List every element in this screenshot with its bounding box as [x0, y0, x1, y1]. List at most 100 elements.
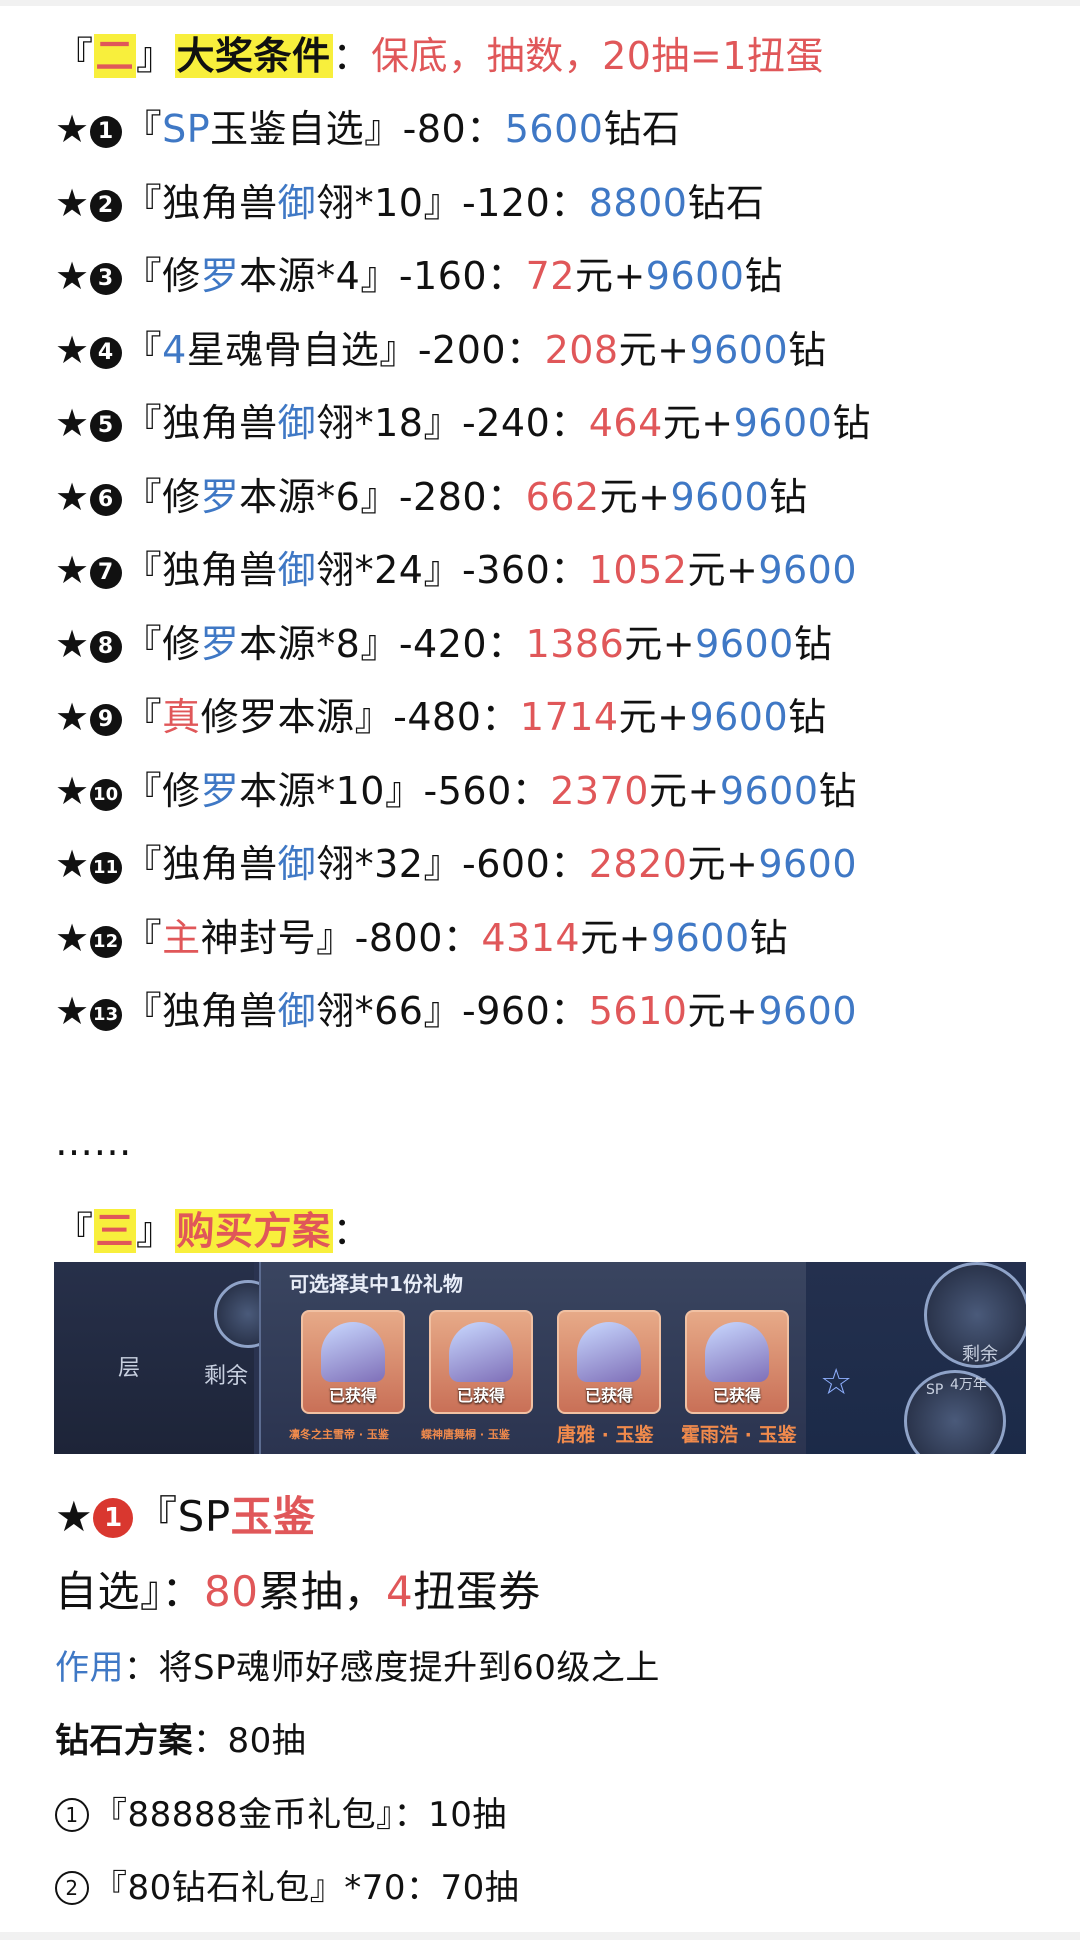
gift-caption: 霍雨浩 · 玉鉴 — [681, 1424, 797, 1446]
reward-name-part: 修 — [162, 621, 201, 666]
heart-portrait-icon — [577, 1322, 641, 1382]
left-text-remaining: 剩余 — [204, 1364, 249, 1389]
reward-name-part: 修罗本源 — [200, 695, 355, 739]
section3-title: 购买方案 — [174, 1209, 333, 1253]
reward-price-part: 2370 — [550, 768, 649, 813]
right-text-age: 4万年 — [950, 1377, 987, 1393]
reward-name-part: 罗 — [200, 474, 240, 519]
reward-name-part: 修 — [162, 474, 201, 519]
reward-row: ★ 13 『独角兽御翎*66』-960：5610元+9600 — [55, 980, 857, 1035]
reward-price-part: 钻 — [818, 768, 858, 813]
reward-number-badge: 1 — [89, 116, 122, 148]
star-icon: ★ — [55, 842, 90, 886]
reward-number-badge: 7 — [89, 557, 122, 589]
gift-status: 已获得 — [456, 1386, 505, 1405]
reward-name-part: 独角兽 — [162, 989, 278, 1033]
gift-card[interactable]: 已获得 — [557, 1310, 661, 1414]
bracket-open: 『 — [123, 989, 163, 1033]
reward-name-part: 本源*4 — [239, 254, 361, 298]
gift-status: 已获得 — [328, 1386, 377, 1405]
reward-name-part: 翎*18 — [316, 401, 424, 445]
reward-price-part: 9600 — [733, 401, 833, 445]
right-text-sp: SP — [926, 1382, 944, 1398]
plan1-ticket-count: 4 — [385, 1567, 414, 1616]
bracket-open: 『 — [55, 34, 94, 78]
plan1-title-prefix: 『SP — [135, 1492, 231, 1541]
plan1-pull-count: 80 — [204, 1567, 259, 1616]
star-icon: ★ — [55, 621, 90, 666]
bracket-open: 『 — [123, 180, 163, 225]
reward-price-part: 钻 — [769, 474, 808, 519]
reward-price-part: 9600 — [758, 989, 858, 1033]
gift-caption: 凛冬之主雪帝 · 玉鉴 — [289, 1428, 389, 1441]
reward-name-part: 本源*6 — [239, 474, 361, 519]
reward-pull-count: -200： — [417, 327, 545, 372]
bracket-close: 』 — [360, 254, 399, 298]
reward-number-badge: 12 — [89, 925, 122, 958]
reward-pull-count: -420： — [398, 621, 526, 666]
bracket-close: 』 — [423, 989, 462, 1033]
reward-number-badge: 3 — [89, 263, 122, 295]
reward-price-part: 1714 — [519, 695, 619, 739]
reward-price-part: 9600 — [689, 327, 789, 372]
reward-price-part: 8800 — [588, 180, 688, 225]
reward-price-part: 5600 — [504, 107, 604, 151]
heart-portrait-icon — [321, 1322, 385, 1382]
reward-name-part: 玉鉴自选 — [210, 107, 365, 151]
gift-caption: 唐雅 · 玉鉴 — [557, 1424, 654, 1446]
reward-name-part: 罗 — [200, 254, 240, 298]
reward-pull-count: -480： — [393, 695, 520, 739]
star-icon: ★ — [55, 401, 90, 445]
bracket-open: 『 — [123, 474, 163, 519]
bracket-close: 』 — [136, 1209, 175, 1253]
bracket-open: 『 — [123, 768, 163, 813]
reward-price-part: 钻 — [832, 401, 871, 445]
gift-panel-title: 可选择其中1份礼物 — [289, 1272, 463, 1296]
bracket-close: 』 — [316, 915, 355, 960]
banner-right-area: ☆ 剩余 SP 4万年 — [806, 1262, 1026, 1454]
plan1-line2-text: 累抽， — [258, 1567, 386, 1616]
reward-row: ★ 5 『独角兽御翎*18』-240：464元+9600钻 — [55, 392, 871, 447]
plan1-title-line1: ★ 1 『SP玉鉴 — [55, 1483, 316, 1544]
gift-card[interactable]: 已获得 — [685, 1310, 789, 1414]
reward-price-part: 元+ — [687, 842, 759, 886]
gift-card[interactable]: 已获得 — [301, 1310, 405, 1414]
effect-label: 作用 — [55, 1648, 124, 1688]
reward-name-part: 星魂骨自选 — [186, 327, 380, 372]
bracket-close: 』 — [423, 180, 462, 225]
star-icon: ★ — [55, 989, 90, 1033]
reward-pull-count: -80： — [402, 107, 505, 151]
reward-name-part: 独角兽 — [162, 180, 278, 225]
reward-name-part: 御 — [277, 401, 317, 445]
bracket-close: 』 — [423, 842, 462, 886]
reward-name-part: 本源*8 — [239, 621, 361, 666]
reward-price-part: 元+ — [687, 989, 759, 1033]
bracket-close: 』 — [423, 401, 462, 445]
colon: ： — [332, 34, 372, 78]
reward-price-part: 元+ — [662, 401, 734, 445]
reward-name-part: 御 — [277, 548, 317, 592]
reward-price-part: 9600 — [650, 915, 750, 960]
reward-name-part: 本源*10 — [239, 768, 385, 813]
star-icon: ★ — [55, 474, 90, 519]
plan1-option-2: 2 『80钻石礼包』*70：70抽 — [55, 1860, 519, 1909]
bracket-close: 』 — [360, 621, 399, 666]
effect-text: ：将SP魂师好感度提升到60级之上 — [124, 1648, 660, 1688]
reward-name-part: 罗 — [200, 768, 240, 813]
star-icon: ★ — [55, 180, 90, 225]
option-number: 1 — [55, 1798, 89, 1832]
plan1-title-line2: 自选』：80累抽，4扭蛋券 — [55, 1558, 541, 1619]
gift-card[interactable]: 已获得 — [429, 1310, 533, 1414]
reward-price-part: 元+ — [648, 768, 720, 813]
reward-price-part: 464 — [588, 401, 663, 445]
reward-price-part: 元+ — [580, 915, 651, 960]
reward-price-part: 9600 — [695, 621, 794, 666]
bracket-open: 『 — [123, 254, 163, 298]
reward-row: ★ 4 『4星魂骨自选』-200：208元+9600钻 — [55, 319, 827, 374]
ellipsis: …… — [55, 1120, 132, 1164]
reward-name-part: 翎*66 — [316, 989, 424, 1033]
reward-price-part: 9600 — [758, 842, 858, 886]
bracket-open: 『 — [123, 548, 163, 592]
reward-number-badge: 9 — [89, 704, 122, 736]
bracket-open: 『 — [55, 1209, 94, 1253]
